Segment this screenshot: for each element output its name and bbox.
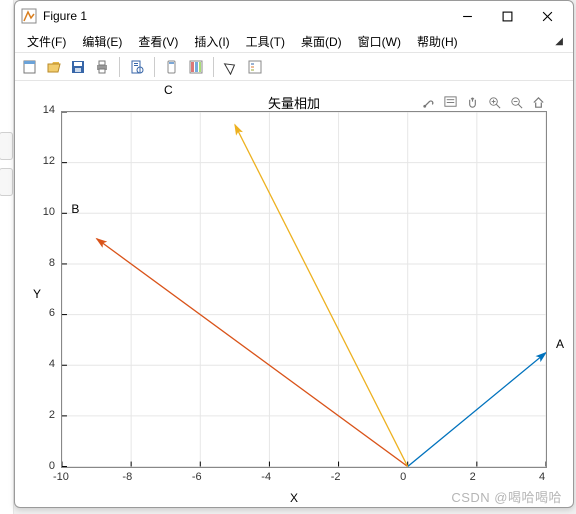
menu-window[interactable]: 窗口(W): [350, 31, 409, 52]
y-tick-label: 14: [33, 104, 55, 116]
toolbar-separator: [119, 57, 120, 77]
y-tick-label: 4: [33, 358, 55, 370]
x-tick-label: -10: [53, 471, 69, 483]
menu-tools[interactable]: 工具(T): [238, 31, 293, 52]
y-tick-label: 6: [33, 307, 55, 319]
titlebar: Figure 1: [15, 1, 573, 31]
x-tick-label: 0: [400, 471, 406, 483]
x-tick-label: -4: [261, 471, 271, 483]
maximize-button[interactable]: [487, 2, 527, 30]
x-tick-label: 2: [470, 471, 476, 483]
y-tick-label: 0: [33, 460, 55, 472]
vector-label-a: A: [556, 337, 564, 351]
y-tick-label: 12: [33, 155, 55, 167]
toolbar-separator: [213, 57, 214, 77]
menu-desktop[interactable]: 桌面(D): [293, 31, 350, 52]
toolbar: [15, 53, 573, 81]
menu-view[interactable]: 查看(V): [130, 31, 186, 52]
x-tick-label: -8: [122, 471, 132, 483]
zoom-in-icon[interactable]: [485, 93, 503, 111]
x-axis-label: X: [290, 491, 298, 505]
insert-colorbar-button[interactable]: [185, 56, 207, 78]
plot-canvas: [61, 111, 547, 468]
edit-plot-button[interactable]: [220, 56, 242, 78]
y-tick-label: 8: [33, 257, 55, 269]
axes-toolbar: [419, 93, 547, 111]
menubar: 文件(F) 编辑(E) 查看(V) 插入(I) 工具(T) 桌面(D) 窗口(W…: [15, 31, 573, 53]
menu-overflow-icon[interactable]: ◢: [555, 36, 569, 47]
vector-label-b: B: [71, 202, 79, 216]
minimize-button[interactable]: [447, 2, 487, 30]
open-button[interactable]: [43, 56, 65, 78]
brush-icon[interactable]: [419, 93, 437, 111]
datatips-icon[interactable]: [441, 93, 459, 111]
print-button[interactable]: [91, 56, 113, 78]
close-button[interactable]: [527, 2, 567, 30]
link-plots-button[interactable]: [161, 56, 183, 78]
menu-insert[interactable]: 插入(I): [186, 31, 237, 52]
menu-file[interactable]: 文件(F): [19, 31, 74, 52]
x-tick-label: -2: [331, 471, 341, 483]
background-panel: [0, 0, 14, 514]
zoom-out-icon[interactable]: [507, 93, 525, 111]
menu-help[interactable]: 帮助(H): [409, 31, 466, 52]
y-axis-label: Y: [33, 287, 41, 301]
save-button[interactable]: [67, 56, 89, 78]
insert-legend-button[interactable]: [244, 56, 266, 78]
menu-edit[interactable]: 编辑(E): [74, 31, 130, 52]
dock-tab: [0, 132, 13, 160]
watermark: CSDN @喝哈喝哈: [451, 487, 562, 506]
figure-window: Figure 1 文件(F) 编辑(E) 查看(V) 插入(I) 工具(T) 桌…: [14, 0, 574, 508]
plot-title: 矢量相加: [268, 93, 320, 112]
matlab-figure-icon: [21, 8, 37, 24]
y-tick-label: 10: [33, 206, 55, 218]
axes[interactable]: -10-8-6-4-202402468101214 A B: [61, 111, 547, 467]
pan-icon[interactable]: [463, 93, 481, 111]
new-figure-button[interactable]: [19, 56, 41, 78]
print-preview-button[interactable]: [126, 56, 148, 78]
y-tick-label: 2: [33, 409, 55, 421]
figure-area: C 矢量相加 Y X -10-8-6-4-202402468101214 A B: [15, 81, 573, 507]
dock-tab: [0, 168, 13, 196]
vector-label-c: C: [164, 83, 173, 97]
home-icon[interactable]: [529, 93, 547, 111]
x-tick-label: 4: [539, 471, 545, 483]
toolbar-separator: [154, 57, 155, 77]
window-title: Figure 1: [43, 9, 447, 23]
x-tick-label: -6: [192, 471, 202, 483]
